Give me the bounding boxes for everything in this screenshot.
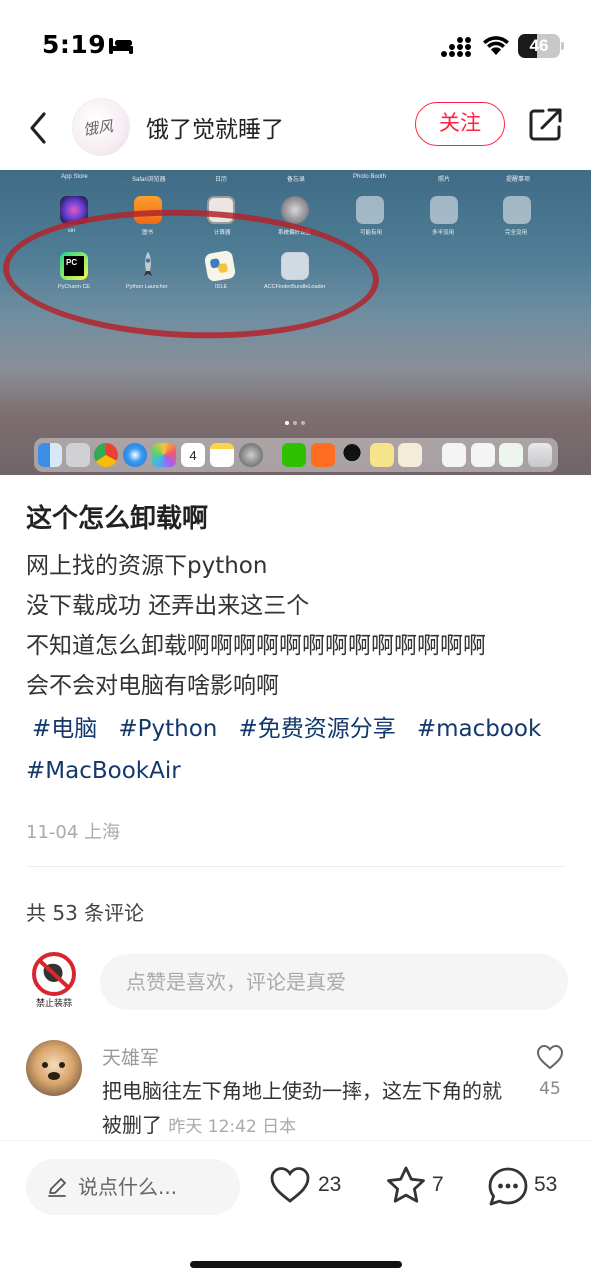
menu-label: 日历 (215, 177, 228, 183)
author-avatar-text: 饿风 (81, 116, 115, 139)
like-button[interactable]: 23 (268, 1165, 348, 1209)
author-name[interactable]: 饿了觉就睡了 (146, 110, 284, 144)
tag-link[interactable]: #MacBookAir (26, 750, 181, 792)
status-time: 5:19 (42, 30, 107, 59)
menu-label: App Store (61, 174, 88, 180)
my-avatar-label: 禁止装蒜 (36, 997, 72, 1008)
tag-link[interactable]: #macbook (417, 708, 541, 750)
comment-bubble-icon (488, 1167, 528, 1206)
bottom-comment-input[interactable]: 说点什么... (26, 1159, 240, 1215)
battery-icon: 46 (518, 34, 560, 58)
pencil-icon (48, 1178, 66, 1197)
trash-icon (528, 443, 552, 467)
folder-icon (503, 196, 531, 224)
mango-tv-icon (311, 443, 335, 467)
tag-link[interactable]: #Python (118, 708, 217, 750)
launchpad-icon (66, 443, 90, 467)
stickies-icon (370, 443, 394, 467)
dock: 4 (34, 438, 558, 472)
post-title: 这个怎么卸载啊 (26, 504, 209, 534)
menu-label: 备忘录 (287, 177, 306, 183)
photos-icon (152, 443, 176, 467)
safari-icon (123, 443, 147, 467)
app-label: 多半没用 (432, 230, 455, 236)
menu-label: 提醒事项 (506, 177, 531, 183)
document-thumbnail (471, 443, 495, 467)
chrome-icon (94, 443, 118, 467)
folder-icon (356, 196, 384, 224)
system-preferences-app-icon (281, 196, 309, 224)
follow-button[interactable]: 关注 (415, 102, 505, 146)
comment-button[interactable]: 53 (486, 1165, 566, 1209)
status-bar: 5:19 46 (0, 0, 591, 90)
document-thumbnail (442, 443, 466, 467)
menu-label: Photo Booth (353, 174, 387, 180)
comment-text: 把电脑往左下角地上使劲一摔，这左下角的就被删了 昨天 12:42 日本 (102, 1074, 502, 1144)
heart-icon (270, 1167, 310, 1203)
comment-count: 共 53 条评论 (26, 901, 145, 925)
battery-tip (561, 42, 564, 50)
system-preferences-dock-icon (239, 443, 263, 467)
finder-icon (38, 443, 62, 467)
battery-percentage: 46 (529, 36, 549, 55)
menu-label: 照片 (438, 177, 451, 183)
comment-time: 昨天 12:42 日本 (168, 1117, 297, 1137)
tag-link[interactable]: #免费资源分享 (238, 708, 395, 750)
comment-input[interactable]: 点赞是喜欢，评论是真爱 (100, 954, 568, 1010)
like-count: 23 (318, 1173, 342, 1196)
heart-icon[interactable] (536, 1044, 564, 1070)
divider (26, 866, 566, 867)
document-thumbnail (499, 443, 523, 467)
comment-total-count: 53 (534, 1173, 558, 1196)
notes-icon (210, 443, 234, 467)
post-body: 网上找的资源下python 没下载成功 还弄出来这三个 不知道怎么卸载啊啊啊啊啊… (26, 546, 566, 706)
cellular-signal-icon (441, 37, 471, 57)
sleep-bed-icon (109, 38, 133, 54)
share-icon[interactable] (528, 106, 562, 142)
comment-like-count: 45 (539, 1079, 561, 1099)
tag-link[interactable]: #电脑 (32, 708, 97, 750)
commenter-name[interactable]: 天雄军 (102, 1043, 159, 1070)
app-label: 完全没用 (505, 230, 528, 236)
back-chevron-icon[interactable] (24, 108, 54, 148)
star-icon (387, 1166, 425, 1203)
wifi-icon (483, 36, 509, 55)
post-line: 没下载成功 还弄出来这三个 (26, 593, 310, 619)
post-image[interactable]: App Store Safari浏览器 日历 备忘录 Photo Booth 照… (0, 170, 591, 475)
page-dots (285, 421, 305, 425)
post-line: 网上找的资源下python (26, 553, 268, 579)
bottom-input-placeholder: 说点什么... (78, 1175, 178, 1199)
post-tags: #电脑 #Python #免费资源分享 #macbook #MacBookAir (26, 708, 571, 792)
python-idle-dock-icon (398, 443, 422, 467)
folder-icon (430, 196, 458, 224)
commenter-avatar[interactable] (26, 1040, 82, 1096)
post-line: 不知道怎么卸载啊啊啊啊啊啊啊啊啊啊啊啊啊 (26, 633, 486, 659)
home-indicator (190, 1261, 402, 1268)
my-avatar[interactable]: 禁止装蒜 (26, 952, 82, 1008)
author-avatar[interactable]: 饿风 (72, 98, 130, 156)
menu-label: Safari浏览器 (132, 177, 166, 183)
comment-body: 把电脑往左下角地上使劲一摔，这左下角的就被删了 (102, 1079, 502, 1137)
app-label: 可能有用 (360, 230, 383, 236)
qq-icon (340, 443, 364, 467)
nav-bar: 饿风 饿了觉就睡了 关注 (0, 90, 591, 170)
red-circle-annotation (0, 203, 382, 345)
bottom-bar: 说点什么... 23 7 53 (0, 1140, 591, 1280)
post-line: 会不会对电脑有啥影响啊 (26, 673, 279, 699)
collect-count: 7 (432, 1173, 444, 1196)
calendar-icon: 4 (181, 443, 205, 467)
wechat-icon (282, 443, 306, 467)
post-date-location: 11-04 上海 (26, 822, 121, 843)
collect-button[interactable]: 7 (384, 1165, 450, 1209)
launchpad-label-row: App Store Safari浏览器 日历 备忘录 Photo Booth 照… (0, 174, 591, 188)
